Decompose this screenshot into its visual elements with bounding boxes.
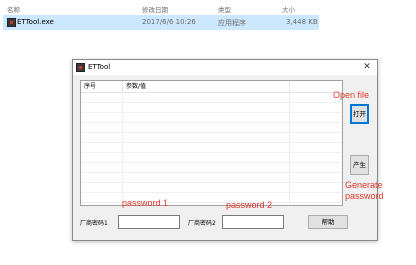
file-modified: 2017/6/6 10:26 <box>142 18 196 26</box>
file-name: ETTool.exe <box>17 18 54 26</box>
title-bar[interactable]: ETTool ✕ <box>73 60 377 75</box>
column-header-size[interactable]: 大小 <box>282 4 295 14</box>
app-icon <box>7 18 16 27</box>
help-button[interactable]: 帮助 <box>308 215 348 229</box>
file-row-ettool[interactable]: ETTool.exe 2017/6/6 10:26 应用程序 3,448 KB <box>3 15 319 30</box>
list-header: 序号 参数/值 <box>81 81 342 93</box>
ettool-window: ETTool ✕ 序号 参数/值 打开 产生 厂商密码1 厂商密码2 帮助 <box>72 59 378 241</box>
generate-button[interactable]: 产生 <box>350 155 369 175</box>
app-icon <box>76 63 85 72</box>
column-header-name[interactable]: 名称 <box>7 4 20 14</box>
file-size: 3,448 KB <box>286 18 318 26</box>
column-header-modified[interactable]: 修改日期 <box>142 4 168 14</box>
parameter-list[interactable]: 序号 参数/值 <box>80 80 343 206</box>
vendor-password-1-label: 厂商密码1 <box>80 220 108 227</box>
vendor-password-2-label: 厂商密码2 <box>188 220 216 227</box>
list-column-index[interactable]: 序号 <box>81 81 123 93</box>
open-button[interactable]: 打开 <box>350 104 369 124</box>
annotation-open-file: Open file <box>333 90 370 100</box>
vendor-password-2-field[interactable] <box>222 215 284 229</box>
file-explorer: 名称 修改日期 类型 大小 ETTool.exe 2017/6/6 10:26 … <box>0 0 416 34</box>
column-header-type[interactable]: 类型 <box>218 4 231 14</box>
vendor-password-1-field[interactable] <box>118 215 180 229</box>
file-type: 应用程序 <box>218 19 246 27</box>
annotation-password-2: password 2 <box>226 200 273 210</box>
list-column-param-value[interactable]: 参数/值 <box>123 81 290 93</box>
list-body <box>81 93 342 205</box>
annotation-password-1: password 1 <box>122 198 169 208</box>
list-column-divider <box>289 93 290 205</box>
window-title: ETTool <box>88 63 111 71</box>
annotation-generate-password: Generate password <box>345 180 384 201</box>
list-column-divider <box>122 93 123 205</box>
close-button[interactable]: ✕ <box>361 61 373 73</box>
